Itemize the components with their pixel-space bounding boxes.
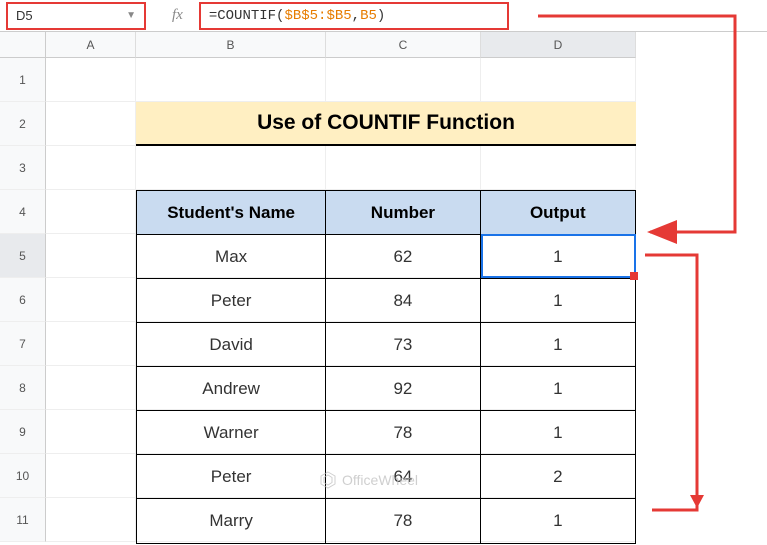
row-header-5[interactable]: 5 bbox=[0, 234, 46, 278]
row-header-2[interactable]: 2 bbox=[0, 102, 46, 146]
cell[interactable] bbox=[46, 410, 136, 454]
spreadsheet-grid: A B C D 1 2 3 4 5 6 7 8 9 10 11 bbox=[0, 32, 767, 542]
row-header-3[interactable]: 3 bbox=[0, 146, 46, 190]
cell[interactable] bbox=[46, 498, 136, 542]
cell[interactable] bbox=[481, 146, 636, 190]
cell-output[interactable]: 1 bbox=[481, 411, 635, 454]
cell-output[interactable]: 1 bbox=[481, 367, 635, 410]
formula-bar: D5 ▼ fx =COUNTIF($B$5:$B5,B5) bbox=[0, 0, 767, 32]
cell-reference-input[interactable]: D5 ▼ bbox=[6, 2, 146, 30]
cell[interactable] bbox=[46, 102, 136, 146]
cell[interactable] bbox=[46, 190, 136, 234]
title-cell[interactable]: Use of COUNTIF Function bbox=[136, 102, 636, 146]
watermark-icon bbox=[318, 470, 338, 490]
data-table: Student's Name Number Output Max 62 1 Pe… bbox=[136, 190, 636, 544]
cell-output[interactable]: 1 bbox=[481, 499, 635, 543]
cell[interactable] bbox=[136, 58, 326, 102]
cell-output[interactable]: 1 bbox=[481, 323, 635, 366]
cell[interactable] bbox=[46, 58, 136, 102]
cell-name[interactable]: Peter bbox=[137, 279, 326, 322]
dropdown-icon[interactable]: ▼ bbox=[126, 10, 136, 21]
cell[interactable] bbox=[326, 58, 481, 102]
cell-number[interactable]: 78 bbox=[326, 411, 480, 454]
column-header-c[interactable]: C bbox=[326, 32, 481, 58]
table-row: Andrew 92 1 bbox=[137, 367, 635, 411]
cell-reference-value: D5 bbox=[16, 8, 33, 23]
cell[interactable] bbox=[46, 278, 136, 322]
cell-number[interactable]: 92 bbox=[326, 367, 480, 410]
table-row: Marry 78 1 bbox=[137, 499, 635, 543]
row-header-6[interactable]: 6 bbox=[0, 278, 46, 322]
column-header-b[interactable]: B bbox=[136, 32, 326, 58]
column-header-d[interactable]: D bbox=[481, 32, 636, 58]
cell[interactable] bbox=[481, 58, 636, 102]
cell[interactable] bbox=[46, 322, 136, 366]
row-header-9[interactable]: 9 bbox=[0, 410, 46, 454]
column-header-a[interactable]: A bbox=[46, 32, 136, 58]
header-student-name[interactable]: Student's Name bbox=[137, 191, 326, 234]
table-row: Peter 84 1 bbox=[137, 279, 635, 323]
cell[interactable] bbox=[46, 234, 136, 278]
cell-output[interactable]: 1 bbox=[481, 279, 635, 322]
cell[interactable] bbox=[46, 146, 136, 190]
fx-icon[interactable]: fx bbox=[172, 7, 183, 24]
cell-name[interactable]: Max bbox=[137, 235, 326, 278]
table-header-row: Student's Name Number Output bbox=[137, 191, 635, 235]
cell-number[interactable]: 73 bbox=[326, 323, 480, 366]
cell-output[interactable]: 1 bbox=[481, 235, 635, 278]
table-row: Warner 78 1 bbox=[137, 411, 635, 455]
table-row: Max 62 1 bbox=[137, 235, 635, 279]
cell-number[interactable]: 84 bbox=[326, 279, 480, 322]
cell-name[interactable]: Peter bbox=[137, 455, 326, 498]
row-header-10[interactable]: 10 bbox=[0, 454, 46, 498]
cell-name[interactable]: Warner bbox=[137, 411, 326, 454]
cell[interactable] bbox=[326, 146, 481, 190]
cell-number[interactable]: 78 bbox=[326, 499, 480, 543]
watermark: OfficeWheel bbox=[318, 470, 418, 490]
row-header-11[interactable]: 11 bbox=[0, 498, 46, 542]
row-header-7[interactable]: 7 bbox=[0, 322, 46, 366]
table-row: David 73 1 bbox=[137, 323, 635, 367]
formula-text: = bbox=[209, 8, 217, 24]
cell-number[interactable]: 62 bbox=[326, 235, 480, 278]
row-header-4[interactable]: 4 bbox=[0, 190, 46, 234]
select-all-corner[interactable] bbox=[0, 32, 46, 58]
cell[interactable] bbox=[46, 454, 136, 498]
formula-input[interactable]: =COUNTIF($B$5:$B5,B5) bbox=[199, 2, 509, 30]
cell-name[interactable]: David bbox=[137, 323, 326, 366]
cell-name[interactable]: Andrew bbox=[137, 367, 326, 410]
cell-name[interactable]: Marry bbox=[137, 499, 326, 543]
header-number[interactable]: Number bbox=[326, 191, 480, 234]
row-header-8[interactable]: 8 bbox=[0, 366, 46, 410]
header-output[interactable]: Output bbox=[481, 191, 635, 234]
row-header-1[interactable]: 1 bbox=[0, 58, 46, 102]
cell-output[interactable]: 2 bbox=[481, 455, 635, 498]
watermark-text: OfficeWheel bbox=[342, 472, 418, 488]
cell[interactable] bbox=[136, 146, 326, 190]
row-headers: 1 2 3 4 5 6 7 8 9 10 11 bbox=[0, 58, 46, 542]
cell[interactable] bbox=[46, 366, 136, 410]
